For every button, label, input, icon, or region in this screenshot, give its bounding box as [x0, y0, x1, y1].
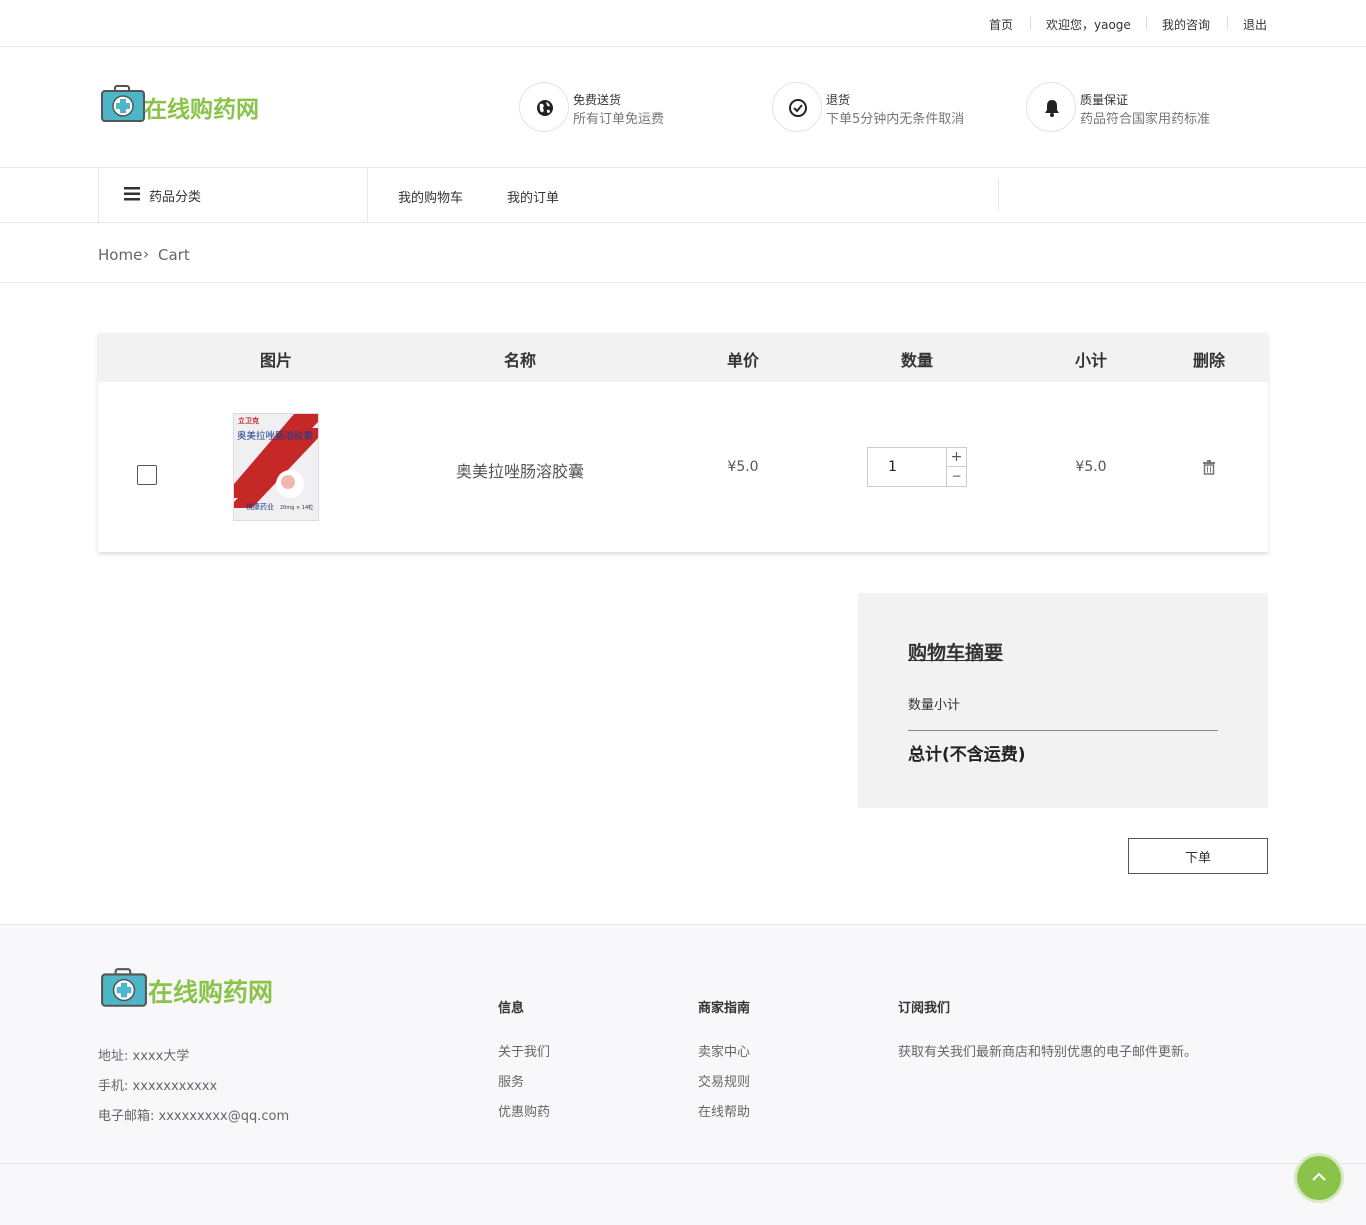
footer-heading-info: 信息	[498, 1001, 525, 1016]
feature-subtitle: 药品符合国家用药标准	[1080, 112, 1211, 127]
cart-table: 图片 名称 单价 数量 小计 删除 立卫克 奥美拉唑肠溶胶囊 悦康药业 20mg…	[98, 333, 1268, 552]
logout-link[interactable]: 退出	[1243, 16, 1267, 33]
breadcrumb-separator: ›	[143, 245, 149, 263]
feature-title: 质量保证	[1080, 93, 1129, 107]
package-maker: 悦康药业	[246, 503, 274, 511]
package-spec: 20mg × 14粒	[280, 505, 314, 511]
header-name: 名称	[503, 351, 537, 370]
footer-link-service[interactable]: 服务	[498, 1071, 524, 1090]
footer-address: 地址: xxxx大学	[98, 1049, 190, 1064]
unit-price: ¥5.0	[727, 459, 759, 475]
divider	[0, 1163, 1366, 1164]
cart-summary: 购物车摘要 数量小计 总计(不含运费)	[858, 593, 1268, 808]
trash-icon[interactable]	[1202, 460, 1216, 475]
breadcrumb-home[interactable]: Home	[98, 246, 142, 264]
footer-link-help[interactable]: 在线帮助	[698, 1101, 750, 1120]
header-quantity: 数量	[900, 351, 934, 370]
header-price: 单价	[726, 351, 760, 370]
footer-link-trade-rules[interactable]: 交易规则	[698, 1071, 750, 1090]
divider	[998, 178, 999, 210]
feature-icon-circle	[1026, 82, 1076, 132]
table-row: 立卫克 奥美拉唑肠溶胶囊 悦康药业 20mg × 14粒 奥美拉唑肠溶胶囊 ¥5…	[98, 382, 1268, 552]
quantity-subtotal-label: 数量小计	[908, 698, 961, 713]
footer-email: 电子邮箱: xxxxxxxxx@qq.com	[98, 1109, 290, 1124]
nav-my-orders[interactable]: 我的订单	[507, 187, 559, 206]
quantity-stepper: 1 + −	[867, 447, 967, 487]
my-consult-link[interactable]: 我的咨询	[1162, 16, 1210, 33]
header-image: 图片	[259, 351, 293, 370]
footer-heading-merchant: 商家指南	[698, 1001, 751, 1016]
bell-icon	[1045, 100, 1059, 117]
feature-icon-circle	[519, 82, 569, 132]
footer-phone: 手机: xxxxxxxxxxx	[98, 1079, 218, 1094]
divider	[1227, 16, 1228, 30]
product-image[interactable]: 立卫克 奥美拉唑肠溶胶囊 悦康药业 20mg × 14粒	[233, 413, 319, 521]
summary-title: 购物车摘要	[908, 642, 1004, 664]
footer-link-seller-center[interactable]: 卖家中心	[698, 1041, 750, 1060]
logo-text: 在线购药网	[144, 96, 259, 123]
quantity-increase-button[interactable]: +	[946, 448, 966, 467]
table-header: 图片 名称 单价 数量 小计 删除	[98, 333, 1268, 382]
globe-icon	[537, 100, 553, 116]
top-bar: 首页 欢迎您，yaoge 我的咨询 退出	[0, 0, 1366, 47]
row-subtotal: ¥5.0	[1075, 459, 1107, 475]
package-name: 奥美拉唑肠溶胶囊	[237, 431, 314, 442]
chevron-up-icon	[1312, 1172, 1326, 1181]
divider	[908, 730, 1218, 731]
total-label: 总计(不含运费)	[908, 745, 1026, 765]
divider	[1030, 16, 1031, 30]
footer-logo[interactable]: 在线购药网	[100, 967, 290, 1011]
breadcrumb: Home › Cart	[0, 223, 1366, 283]
footer-logo-text: 在线购药网	[148, 978, 274, 1007]
site-header: 在线购药网 免费送货 所有订单免运费 退货 下单5分钟内无条件取消 质量保证 药…	[0, 47, 1366, 168]
feature-subtitle: 下单5分钟内无条件取消	[826, 112, 965, 127]
feature-title: 退货	[826, 93, 851, 107]
menu-icon	[124, 187, 140, 201]
back-to-top-button[interactable]	[1297, 1156, 1341, 1200]
place-order-button[interactable]: 下单	[1128, 838, 1268, 874]
feature-icon-circle	[772, 82, 822, 132]
quantity-input[interactable]: 1	[888, 459, 897, 475]
package-brand: 立卫克	[238, 417, 259, 425]
main-nav: 药品分类 我的购物车 我的订单	[0, 168, 1366, 223]
category-menu-button[interactable]: 药品分类	[98, 168, 368, 222]
site-logo[interactable]: 在线购药网	[100, 84, 270, 124]
header-delete: 删除	[1192, 351, 1226, 370]
feature-title: 免费送货	[573, 93, 622, 107]
feature-subtitle: 所有订单免运费	[573, 112, 665, 127]
welcome-user-link[interactable]: 欢迎您，yaoge	[1046, 16, 1131, 33]
quantity-decrease-button[interactable]: −	[946, 467, 966, 486]
footer-link-discount[interactable]: 优惠购药	[498, 1101, 550, 1120]
divider	[1146, 16, 1147, 30]
nav-my-cart[interactable]: 我的购物车	[398, 187, 463, 206]
subscribe-text: 获取有关我们最新商店和特别优惠的电子邮件更新。	[898, 1045, 1198, 1060]
category-label: 药品分类	[149, 190, 202, 205]
medical-kit-icon	[101, 968, 147, 1007]
site-footer: 在线购药网 地址: xxxx大学 手机: xxxxxxxxxxx 电子邮箱: x…	[0, 924, 1366, 1225]
breadcrumb-current: Cart	[158, 246, 190, 264]
home-link[interactable]: 首页	[989, 16, 1013, 33]
row-checkbox[interactable]	[137, 465, 157, 485]
check-circle-icon	[789, 99, 807, 117]
footer-link-about[interactable]: 关于我们	[498, 1041, 550, 1060]
header-subtotal: 小计	[1074, 351, 1108, 370]
footer-heading-subscribe: 订阅我们	[898, 1001, 951, 1016]
medical-kit-icon	[101, 85, 145, 122]
product-name[interactable]: 奥美拉唑肠溶胶囊	[456, 458, 584, 482]
